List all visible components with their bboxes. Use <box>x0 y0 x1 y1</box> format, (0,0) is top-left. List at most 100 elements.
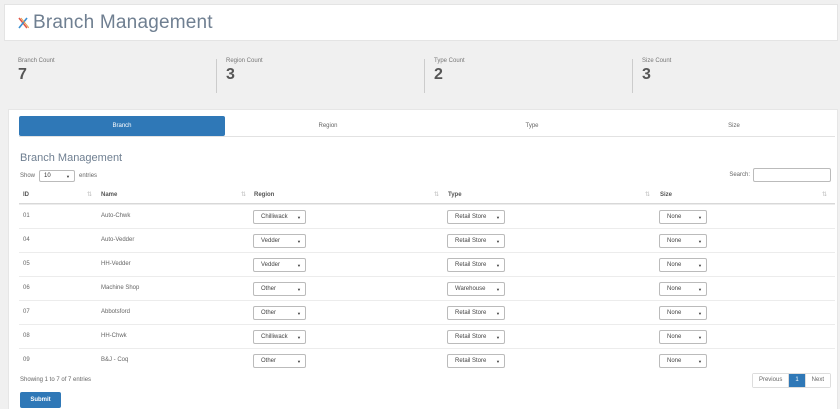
column-header-id[interactable]: ID <box>23 192 29 198</box>
stat-value: 2 <box>434 66 443 83</box>
sort-icon: ⇅ <box>822 192 828 198</box>
type-select[interactable]: Warehouse ▼ <box>447 282 505 296</box>
section-title: Branch Management <box>20 152 123 164</box>
region-select[interactable]: Vedder ▼ <box>253 258 306 272</box>
cell-id: 05 <box>23 261 30 267</box>
size-select[interactable]: None ▼ <box>659 306 707 320</box>
column-header-type[interactable]: Type <box>448 192 462 198</box>
table-body: 01 Auto-Chwk Chilliwack ▼ Retail Store ▼ None ▼… <box>19 204 835 372</box>
x-logo-icon <box>18 17 29 28</box>
type-select[interactable]: Retail Store ▼ <box>447 330 505 344</box>
submit-button[interactable]: Submit <box>20 392 61 408</box>
size-select[interactable]: None ▼ <box>659 282 707 296</box>
region-value: Other <box>261 358 277 364</box>
chevron-down-icon: ▼ <box>496 286 500 292</box>
chevron-down-icon: ▼ <box>496 262 500 268</box>
entries-label: entries <box>79 173 98 179</box>
region-select[interactable]: Other ▼ <box>253 354 306 368</box>
table-row: 09 B&J - Coq Other ▼ Retail Store ▼ None ▼ <box>19 348 835 372</box>
tab-type[interactable]: Type <box>431 116 633 136</box>
region-select[interactable]: Chilliwack ▼ <box>253 330 306 344</box>
size-select[interactable]: None ▼ <box>659 258 707 272</box>
column-header-name[interactable]: Name <box>101 192 117 198</box>
stat-label: Branch Count <box>18 58 55 64</box>
cell-name: Auto-Vedder <box>101 237 135 243</box>
region-select[interactable]: Chilliwack ▼ <box>253 210 306 224</box>
size-select[interactable]: None ▼ <box>659 210 707 224</box>
stat-value: 3 <box>642 66 651 83</box>
cell-name: Machine Shop <box>101 285 140 291</box>
chevron-down-icon: ▼ <box>297 214 301 220</box>
stat-divider <box>216 59 217 93</box>
size-value: None <box>667 238 682 244</box>
cell-id: 01 <box>23 213 30 219</box>
entries-value: 10 <box>44 173 51 179</box>
chevron-down-icon: ▼ <box>297 238 301 244</box>
stats-bar: Branch Count 7 Region Count 3 Type Count… <box>4 45 838 102</box>
cell-name: Abbotsford <box>101 309 131 315</box>
chevron-down-icon: ▼ <box>698 334 702 340</box>
next-button[interactable]: Next <box>805 374 830 387</box>
type-value: Retail Store <box>455 262 487 268</box>
page-title: Branch Management <box>33 11 213 33</box>
type-select[interactable]: Retail Store ▼ <box>447 234 505 248</box>
type-select[interactable]: Retail Store ▼ <box>447 306 505 320</box>
table-row: 06 Machine Shop Other ▼ Warehouse ▼ None ▼ <box>19 276 835 300</box>
search-input[interactable] <box>753 168 831 182</box>
type-select[interactable]: Retail Store ▼ <box>447 210 505 224</box>
column-header-region[interactable]: Region <box>254 192 274 198</box>
chevron-down-icon: ▼ <box>297 358 301 364</box>
region-value: Other <box>261 286 277 292</box>
type-value: Retail Store <box>455 238 487 244</box>
size-value: None <box>667 310 682 316</box>
chevron-down-icon: ▼ <box>297 334 301 340</box>
cell-id: 08 <box>23 333 30 339</box>
tab-size[interactable]: Size <box>633 116 835 136</box>
chevron-down-icon: ▼ <box>297 286 301 292</box>
region-select[interactable]: Vedder ▼ <box>253 234 306 248</box>
size-select[interactable]: None ▼ <box>659 330 707 344</box>
sort-icon: ⇅ <box>645 192 651 198</box>
tab-bar: Branch Region Type Size <box>19 116 835 137</box>
type-value: Retail Store <box>455 358 487 364</box>
region-select[interactable]: Other ▼ <box>253 306 306 320</box>
page-1-button[interactable]: 1 <box>789 374 806 387</box>
type-select[interactable]: Retail Store ▼ <box>447 258 505 272</box>
stat-divider <box>424 59 425 93</box>
length-control: Show 10 ▼ entries <box>20 170 97 182</box>
size-select[interactable]: None ▼ <box>659 234 707 248</box>
tab-region[interactable]: Region <box>225 116 431 136</box>
column-header-size[interactable]: Size <box>660 192 672 198</box>
type-value: Retail Store <box>455 334 487 340</box>
chevron-down-icon: ▼ <box>496 214 500 220</box>
size-value: None <box>667 358 682 364</box>
table-row: 01 Auto-Chwk Chilliwack ▼ Retail Store ▼ None ▼ <box>19 204 835 228</box>
region-value: Vedder <box>261 262 281 268</box>
stat-type-count: Type Count 2 <box>434 58 465 84</box>
page-header: Branch Management <box>4 4 838 41</box>
chevron-down-icon: ▼ <box>698 358 702 364</box>
cell-name: HH-Chwk <box>101 333 127 339</box>
cell-id: 06 <box>23 285 30 291</box>
cell-id: 07 <box>23 309 30 315</box>
tab-branch[interactable]: Branch <box>19 116 225 136</box>
region-select[interactable]: Other ▼ <box>253 282 306 296</box>
table-info: Showing 1 to 7 of 7 entries <box>20 377 92 383</box>
cell-name: B&J - Coq <box>101 357 129 363</box>
chevron-down-icon: ▼ <box>66 173 71 179</box>
sort-icon: ⇅ <box>87 192 93 198</box>
main-panel: Branch Region Type Size Branch Managemen… <box>8 109 838 409</box>
previous-button[interactable]: Previous <box>752 374 790 387</box>
cell-name: HH-Vedder <box>101 261 131 267</box>
table-row: 05 HH-Vedder Vedder ▼ Retail Store ▼ None ▼ <box>19 252 835 276</box>
type-select[interactable]: Retail Store ▼ <box>447 354 505 368</box>
size-value: None <box>667 286 682 292</box>
size-value: None <box>667 214 682 220</box>
type-value: Retail Store <box>455 310 487 316</box>
chevron-down-icon: ▼ <box>297 310 301 316</box>
entries-select[interactable]: 10 ▼ <box>39 170 76 182</box>
stat-divider <box>632 59 633 93</box>
sort-icon: ⇅ <box>241 192 247 198</box>
sort-icon: ⇅ <box>434 192 440 198</box>
size-select[interactable]: None ▼ <box>659 354 707 368</box>
